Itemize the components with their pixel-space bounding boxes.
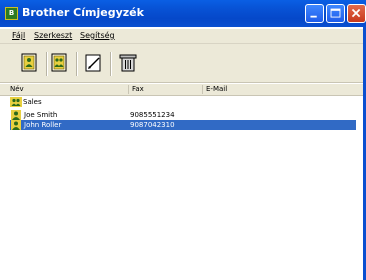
toolbar-separator — [76, 52, 78, 76]
address-book-window: B Brother Címjegyzék Fájl Szerkeszt Segí… — [0, 0, 366, 280]
column-divider[interactable] — [202, 85, 203, 94]
menu-help[interactable]: Segítség — [80, 31, 115, 40]
app-logo-icon: B — [5, 7, 18, 20]
toolbar — [0, 44, 366, 83]
contact-icon — [11, 110, 21, 120]
contact-fax: 9085551234 — [130, 111, 175, 119]
close-button[interactable] — [347, 4, 366, 23]
maximize-icon — [330, 8, 341, 18]
contact-name: John Roller — [24, 121, 62, 129]
list-item-selected[interactable]: John Roller 9087042310 — [10, 120, 356, 130]
contact-fax: 9087042310 — [130, 121, 175, 129]
list-item[interactable]: Joe Smith 9085551234 — [10, 110, 356, 120]
new-contact-icon[interactable] — [20, 53, 40, 73]
column-divider[interactable] — [128, 85, 129, 94]
group-icon — [10, 97, 22, 107]
column-header-email[interactable]: E-Mail — [204, 85, 324, 95]
window-title: Brother Címjegyzék — [22, 6, 144, 19]
toolbar-separator — [46, 52, 48, 76]
contact-name: Joe Smith — [24, 111, 58, 119]
menu-bar: Fájl Szerkeszt Segítség — [0, 29, 366, 44]
minimize-icon — [310, 15, 317, 18]
column-header-name[interactable]: Név — [8, 85, 128, 95]
maximize-button[interactable] — [326, 4, 345, 23]
minimize-button[interactable] — [305, 4, 324, 23]
group-item-sales[interactable]: Sales — [10, 97, 70, 107]
menu-file[interactable]: Fájl — [12, 31, 25, 40]
delete-icon[interactable] — [118, 53, 138, 73]
column-header-fax[interactable]: Fax — [130, 85, 202, 95]
menu-edit[interactable]: Szerkeszt — [34, 31, 72, 40]
group-name: Sales — [23, 98, 42, 106]
list-header: Név Fax E-Mail — [0, 84, 366, 96]
close-icon — [351, 8, 361, 18]
toolbar-separator — [110, 52, 112, 76]
contact-icon — [11, 120, 21, 130]
new-group-icon[interactable] — [50, 53, 70, 73]
edit-icon[interactable] — [84, 53, 104, 73]
title-bar[interactable]: B Brother Címjegyzék — [0, 0, 366, 27]
